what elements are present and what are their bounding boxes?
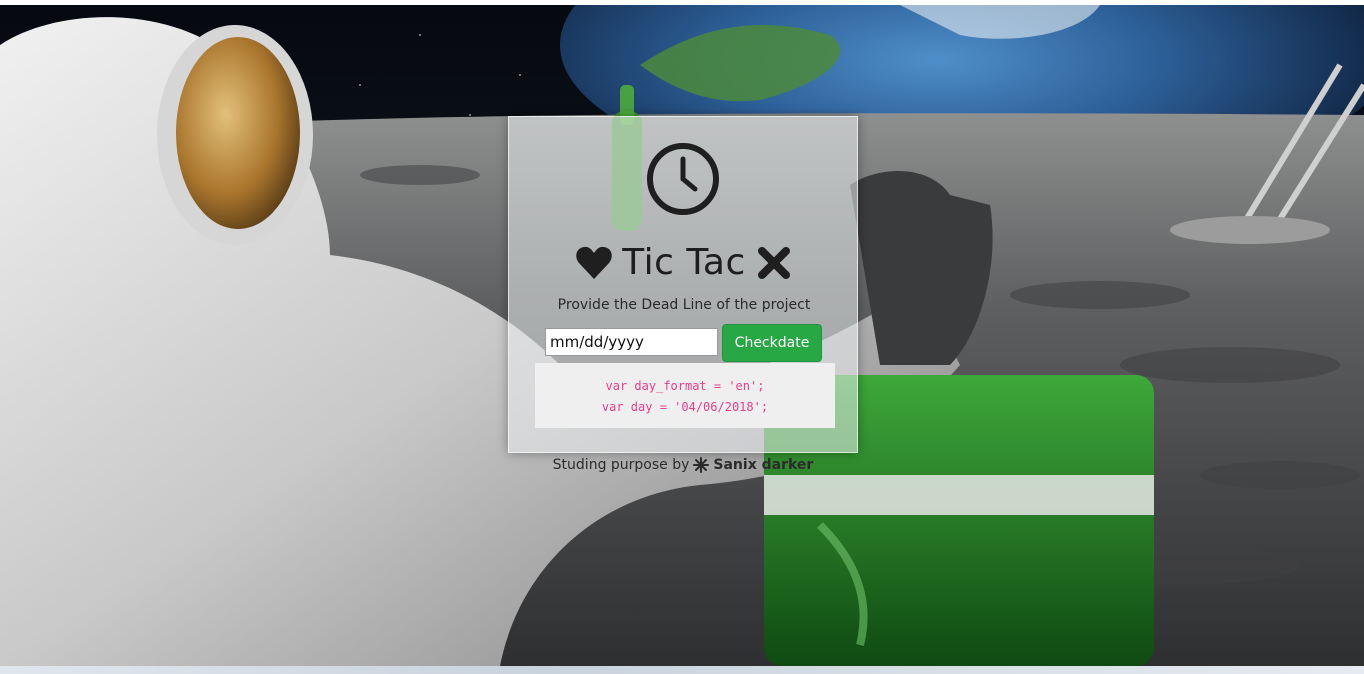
date-placeholder: mm/dd/yyyy <box>550 333 644 351</box>
footer-credit: Studing purpose by Sanix darker <box>508 457 858 473</box>
clock-icon <box>647 143 719 215</box>
window-bottom-edge <box>0 666 1364 674</box>
deadline-card: Tic Tac Provide the Dead Line of the pro… <box>508 116 858 453</box>
snowflake-icon <box>693 457 710 473</box>
checkdate-button[interactable]: Checkdate <box>722 324 822 362</box>
deadline-date-input[interactable]: mm/dd/yyyy <box>545 328 718 356</box>
author-link[interactable]: Sanix darker <box>713 457 813 473</box>
code-output: var day_format = 'en'; var day = '04/06/… <box>535 363 835 428</box>
page-title: Tic Tac <box>622 242 746 283</box>
code-line: var day = '04/06/2018'; <box>601 400 769 414</box>
heart-icon <box>576 246 612 279</box>
x-icon <box>757 247 790 279</box>
footer-prefix: Studing purpose by <box>552 457 690 473</box>
code-line: var day_format = 'en'; <box>605 379 765 393</box>
title-row: Tic Tac <box>509 237 859 289</box>
instruction-text: Provide the Dead Line of the project <box>557 297 811 313</box>
